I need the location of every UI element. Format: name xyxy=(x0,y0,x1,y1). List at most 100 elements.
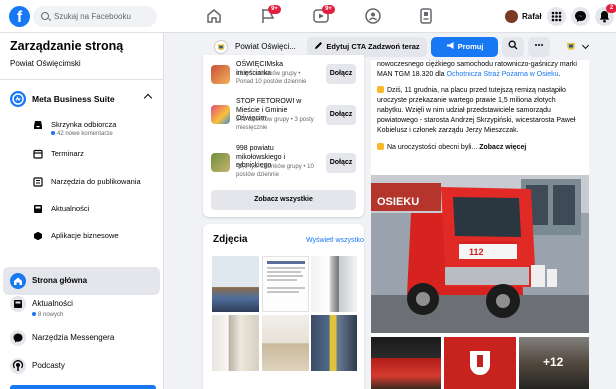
video-badge: 9+ xyxy=(322,5,335,14)
inbox-note-text: 42 nowe komentarze xyxy=(57,131,113,137)
photo-thumbnail[interactable] xyxy=(444,337,516,389)
apps-icon xyxy=(34,231,42,241)
pointing-hand-icon xyxy=(377,86,384,93)
top-navigation-bar: f Szukaj na Facebooku 9+ 9+ Rafał 2 xyxy=(0,0,616,33)
news-icon xyxy=(10,296,26,312)
group-meta: 341 członków grupy • 3 posty miesięcznie xyxy=(236,117,314,131)
more-photos-tile[interactable]: +12 xyxy=(519,337,589,389)
divider xyxy=(0,79,163,80)
avatar xyxy=(505,10,518,23)
more-photos-count: +12 xyxy=(543,355,564,369)
see-more-link[interactable]: Zobacz więcej xyxy=(479,144,526,151)
edit-cta-label: Edytuj CTA Zadzwoń teraz xyxy=(326,42,420,51)
sidebar-item-label: Strona główna xyxy=(32,276,88,285)
news-icon xyxy=(34,205,42,213)
page-search-button[interactable] xyxy=(502,37,524,57)
sidebar-item-label: Aktualności xyxy=(32,299,73,308)
pencil-icon xyxy=(315,42,323,49)
promote-label: Promuj xyxy=(457,42,484,51)
search-input[interactable]: Szukaj na Facebooku xyxy=(33,6,157,27)
see-all-groups-button[interactable]: Zobacz wszystkie xyxy=(211,190,356,210)
photo-thumbnail[interactable] xyxy=(262,256,309,312)
edit-cta-button[interactable]: Edytuj CTA Zadzwoń teraz xyxy=(307,37,427,57)
home-icon[interactable] xyxy=(205,7,223,25)
group-thumbnail[interactable] xyxy=(211,153,230,172)
messenger-icon xyxy=(10,330,26,346)
collapse-chevron-icon[interactable] xyxy=(143,93,153,103)
more-dots-icon xyxy=(535,44,543,46)
home-icon xyxy=(10,273,26,289)
podcast-icon xyxy=(10,358,26,374)
post-text-intro: nowoczesnego ciężkiego samochodu ratowni… xyxy=(377,60,583,80)
facebook-logo-icon[interactable]: f xyxy=(9,6,30,27)
sidebar-title: Zarządzanie stroną xyxy=(10,39,124,53)
group-thumbnail[interactable] xyxy=(211,105,230,124)
groups-icon[interactable] xyxy=(364,7,382,25)
suggested-groups-card: OŚWIĘCIMska imieściarka 13 tys. członków… xyxy=(203,55,364,217)
sidebar-item-label: Aktualności xyxy=(51,204,90,213)
photo-thumbnail[interactable] xyxy=(212,315,259,371)
messenger-icon xyxy=(575,11,586,22)
messenger-button[interactable] xyxy=(571,7,590,26)
truck-number: 112 xyxy=(469,247,484,257)
chevron-down-icon xyxy=(581,41,590,50)
post-text-paragraph: Dziś, 11 grudnia, na placu przed tutejsz… xyxy=(377,86,583,136)
group-thumbnail[interactable] xyxy=(211,65,230,84)
search-placeholder: Szukaj na Facebooku xyxy=(54,12,131,21)
photo-thumbnail[interactable] xyxy=(311,315,357,371)
join-group-button[interactable]: Dołącz xyxy=(326,105,356,125)
more-options-button[interactable] xyxy=(528,37,550,57)
sidebar-item-label: Podcasty xyxy=(32,361,65,370)
profile-shortcut[interactable]: Rafał xyxy=(505,8,542,25)
sidebar-item-label: Narzędzia Messengera xyxy=(32,333,115,342)
page-avatar-icon xyxy=(214,40,228,54)
sidebar-item-label: Aplikacje biznesowe xyxy=(51,231,119,240)
photo-thumbnail[interactable] xyxy=(262,315,309,371)
post-text-summary: Na uroczystości obecni byli... Zobacz wi… xyxy=(377,143,583,153)
unread-dot xyxy=(32,312,36,316)
photo-thumbnail[interactable] xyxy=(212,256,259,312)
user-name: Rafał xyxy=(522,12,542,21)
sidebar-item-label: Terminarz xyxy=(51,149,84,158)
inbox-notification: 42 nowe komentarze xyxy=(51,131,113,137)
post-paragraph: Na uroczystości obecni byli... xyxy=(387,144,478,151)
station-sign: OSIEKU xyxy=(377,196,419,208)
grid-menu-icon xyxy=(551,11,562,22)
pages-badge: 9+ xyxy=(268,5,281,14)
photos-title: Zdjęcia xyxy=(213,234,248,245)
right-column-edge xyxy=(589,60,616,389)
page-management-sidebar: Zarządzanie stroną Powiat Oświęcimski Me… xyxy=(0,33,164,389)
group-meta: 13 tys. członków grupy • Ponad 10 postów… xyxy=(236,71,307,85)
promote-button[interactable]: Promuj xyxy=(431,37,498,57)
join-group-button[interactable]: Dołącz xyxy=(326,153,356,173)
see-all-photos-link[interactable]: Wyświetl wszystko xyxy=(306,237,364,244)
post-main-photo[interactable]: OSIEKU 112 xyxy=(371,175,589,333)
calendar-icon xyxy=(33,149,43,159)
news-notification: 8 nowych xyxy=(32,312,63,318)
notifications-badge: 2 xyxy=(606,4,616,13)
sidebar-item-label: Meta Business Suite xyxy=(32,94,115,104)
create-ad-button-edge[interactable] xyxy=(10,385,156,389)
post-text-punct: . xyxy=(558,71,561,78)
unread-dot xyxy=(51,131,55,135)
search-icon xyxy=(41,12,49,20)
photos-card: Zdjęcia Wyświetl wszystko xyxy=(203,224,364,389)
join-group-button[interactable]: Dołącz xyxy=(326,64,356,84)
page-avatar-icon xyxy=(567,43,575,50)
sidebar-page-name[interactable]: Powiat Oświęcimski xyxy=(10,59,81,68)
post-paragraph: Dziś, 11 grudnia, na placu przed tutejsz… xyxy=(377,87,576,134)
menu-button[interactable] xyxy=(547,7,566,26)
photo-thumbnail[interactable] xyxy=(371,337,441,389)
page-name-label: Powiat Oświęci... xyxy=(235,42,296,51)
fire-brigade-link[interactable]: Ochotnicza Straż Pożarna w Osieku xyxy=(447,71,559,78)
gaming-icon[interactable] xyxy=(417,7,435,25)
page-switcher[interactable]: Powiat Oświęci... xyxy=(214,39,296,55)
meta-business-suite-icon xyxy=(10,91,26,107)
inbox-icon xyxy=(34,121,42,129)
page-profile-switch[interactable] xyxy=(562,37,592,57)
publishing-tools-icon xyxy=(33,177,43,187)
news-note-text: 8 nowych xyxy=(38,312,64,318)
photo-thumbnail[interactable] xyxy=(311,256,357,312)
sidebar-item-label: Narzędzia do publikowania xyxy=(51,177,141,186)
pointing-hand-icon xyxy=(377,143,384,150)
